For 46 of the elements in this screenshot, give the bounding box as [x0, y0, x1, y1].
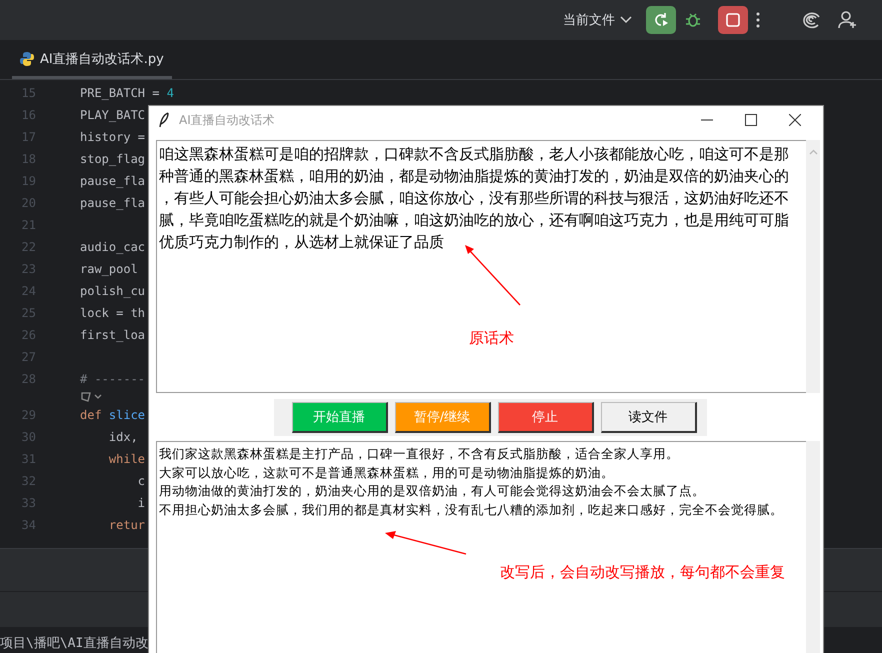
code-line: stop_flag: [80, 152, 146, 166]
code-line: def slice: [80, 408, 146, 422]
code-line: while: [108, 452, 146, 466]
code-line: i: [136, 496, 146, 510]
bug-icon[interactable]: [684, 11, 702, 29]
scrollbar[interactable]: [806, 140, 820, 393]
code-line: pause_fla: [80, 196, 146, 210]
rewritten-line: 我们家这款黑森林蛋糕是主打产品，口碑一直很好，不含有反式脂肪酸，适合全家人享用。: [159, 445, 680, 463]
code-line: PRE_BATCH = 4: [80, 86, 174, 100]
rewritten-line: 大家可以放心吃，这款可不是普通黑森林蛋糕，用的可是动物油脂提炼的奶油。: [159, 464, 615, 482]
code-line: history =: [80, 130, 146, 144]
code-line: pause_fla: [80, 174, 146, 188]
stop-icon: [725, 12, 741, 28]
annotation-label: 改写后，会自动改写播放，每句都不会重复: [500, 563, 785, 582]
spiral-icon[interactable]: [802, 11, 822, 29]
code-line: PLAY_BATC: [80, 108, 146, 122]
maximize-icon[interactable]: [745, 114, 757, 126]
run-config-dropdown[interactable]: 当前文件: [561, 11, 634, 29]
window-title: AI直播自动改话术: [179, 112, 276, 128]
feather-icon: [159, 112, 169, 128]
code-line: audio_cac: [80, 240, 146, 254]
code-line: lock = th: [80, 306, 146, 320]
file-path: 项目\播吧\AI直播自动改: [0, 636, 148, 651]
ai-hint-icon[interactable]: [80, 391, 102, 403]
code-line: retur: [108, 518, 146, 532]
arrow: [465, 245, 520, 306]
rewritten-line: 用动物油做的黄油打发的，奶油夹心用的是双倍奶油，有人可能会觉得这奶油会不会太腻了点。: [159, 482, 706, 500]
code-line: idx,: [108, 430, 138, 444]
python-icon: [20, 52, 34, 66]
code-line: first_loa: [80, 328, 146, 342]
add-user-icon[interactable]: [838, 10, 858, 30]
code-line: polish_cu: [80, 284, 146, 298]
annotation-label: 原话术: [469, 329, 514, 348]
chevron-down-icon: [620, 16, 632, 24]
code-line: # -------: [80, 372, 146, 386]
scrollbar[interactable]: [806, 441, 820, 653]
more-icon[interactable]: [756, 12, 760, 28]
code-line: c: [136, 474, 146, 488]
action-button[interactable]: 停止: [498, 402, 594, 433]
rerun-icon: [653, 12, 669, 28]
rewritten-line: 不用担心奶油太多会腻，我们用的都是真材实料，没有乱七八糟的添加剂，吃起来口感好，完全不会觉得腻。: [159, 500, 784, 518]
action-button[interactable]: 读文件: [600, 402, 696, 433]
close-icon[interactable]: [789, 114, 801, 126]
rerun-button[interactable]: [646, 6, 676, 34]
code-line: raw_pool: [80, 262, 138, 276]
stop-button[interactable]: [718, 6, 748, 34]
